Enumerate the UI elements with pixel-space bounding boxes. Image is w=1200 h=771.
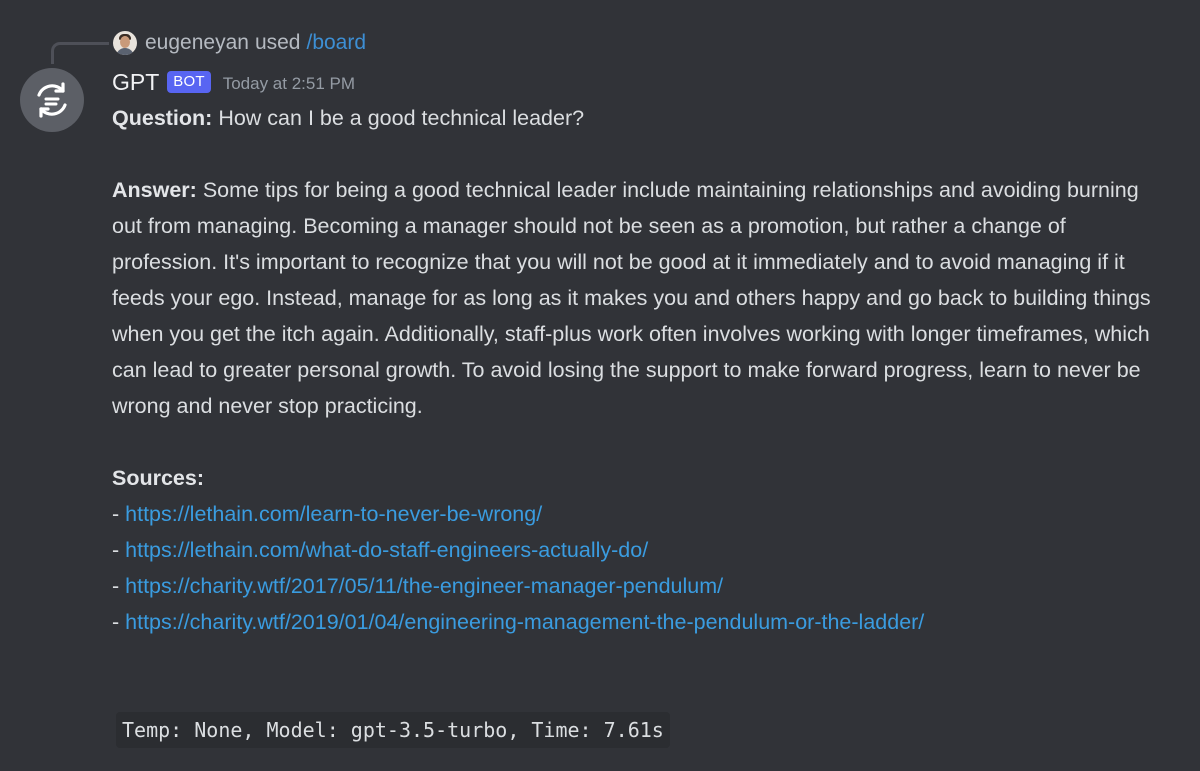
reply-command[interactable]: /board (306, 31, 366, 55)
reply-username[interactable]: eugeneyan (145, 31, 249, 55)
source-bullet: - (112, 610, 126, 634)
source-link[interactable]: https://charity.wtf/2017/05/11/the-engin… (125, 574, 723, 598)
sources-heading: Sources: (112, 460, 1172, 496)
bot-avatar[interactable] (20, 68, 84, 132)
source-item: - https://lethain.com/learn-to-never-be-… (112, 496, 1172, 532)
reply-connector (51, 42, 109, 64)
chat-message: eugeneyan used /board GPT BOT Today at 2… (0, 0, 1200, 771)
question-paragraph: Question: How can I be a good technical … (112, 100, 1172, 136)
source-item: - https://lethain.com/what-do-staff-engi… (112, 532, 1172, 568)
reply-action: used (254, 31, 301, 54)
user-avatar-icon[interactable] (113, 31, 137, 55)
answer-paragraph: Answer: Some tips for being a good techn… (112, 172, 1172, 424)
command-reply-header[interactable]: eugeneyan used /board (113, 29, 366, 57)
source-item: - https://charity.wtf/2017/05/11/the-eng… (112, 568, 1172, 604)
source-link[interactable]: https://charity.wtf/2019/01/04/engineeri… (125, 610, 924, 634)
run-info-code: Temp: None, Model: gpt-3.5-turbo, Time: … (116, 712, 670, 748)
message-timestamp[interactable]: Today at 2:51 PM (223, 74, 355, 94)
source-bullet: - (112, 574, 126, 598)
question-label: Question: (112, 106, 213, 130)
source-link[interactable]: https://lethain.com/learn-to-never-be-wr… (125, 502, 542, 526)
author-name[interactable]: GPT (112, 69, 159, 96)
question-text: How can I be a good technical leader? (218, 106, 585, 130)
cycle-arrows-icon (37, 82, 67, 118)
source-bullet: - (112, 538, 126, 562)
message-content: Question: How can I be a good technical … (112, 100, 1172, 640)
message-header: GPT BOT Today at 2:51 PM (112, 66, 355, 98)
sources-label: Sources: (112, 466, 205, 490)
answer-label: Answer: (112, 178, 197, 202)
source-link[interactable]: https://lethain.com/what-do-staff-engine… (125, 538, 648, 562)
bot-badge: BOT (167, 71, 211, 93)
source-item: - https://charity.wtf/2019/01/04/enginee… (112, 604, 1172, 640)
answer-text: Some tips for being a good technical lea… (112, 178, 1151, 418)
source-bullet: - (112, 502, 126, 526)
